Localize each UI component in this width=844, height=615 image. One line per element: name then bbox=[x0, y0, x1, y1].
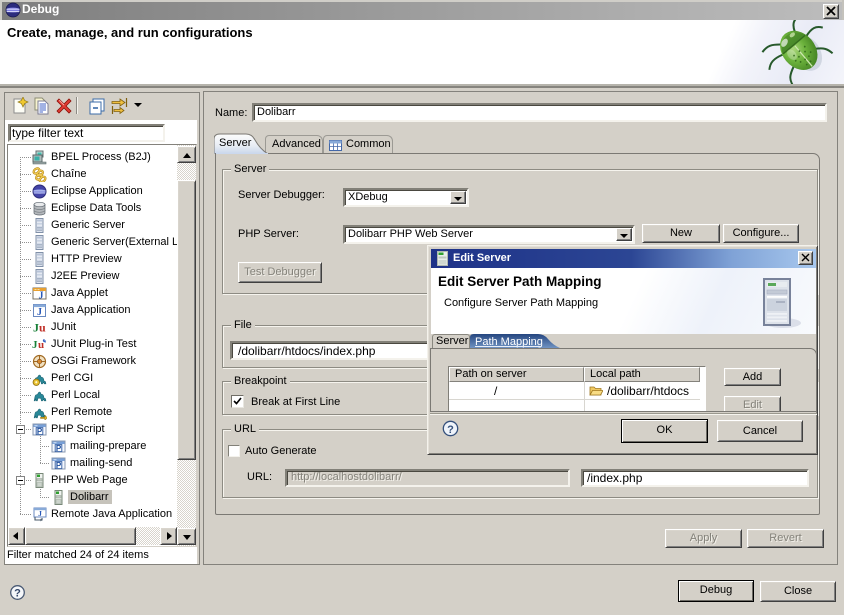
svg-text:Server: Server bbox=[219, 137, 252, 149]
svg-text:P: P bbox=[56, 444, 62, 453]
svg-text:?: ? bbox=[447, 424, 454, 436]
svg-text:P: P bbox=[56, 461, 62, 470]
svg-text:?: ? bbox=[14, 588, 21, 600]
svg-text:J: J bbox=[39, 291, 44, 302]
svg-text:P: P bbox=[37, 427, 43, 436]
svg-text:u: u bbox=[39, 321, 46, 335]
svg-text:J: J bbox=[37, 307, 42, 318]
svg-text:J: J bbox=[38, 509, 42, 518]
